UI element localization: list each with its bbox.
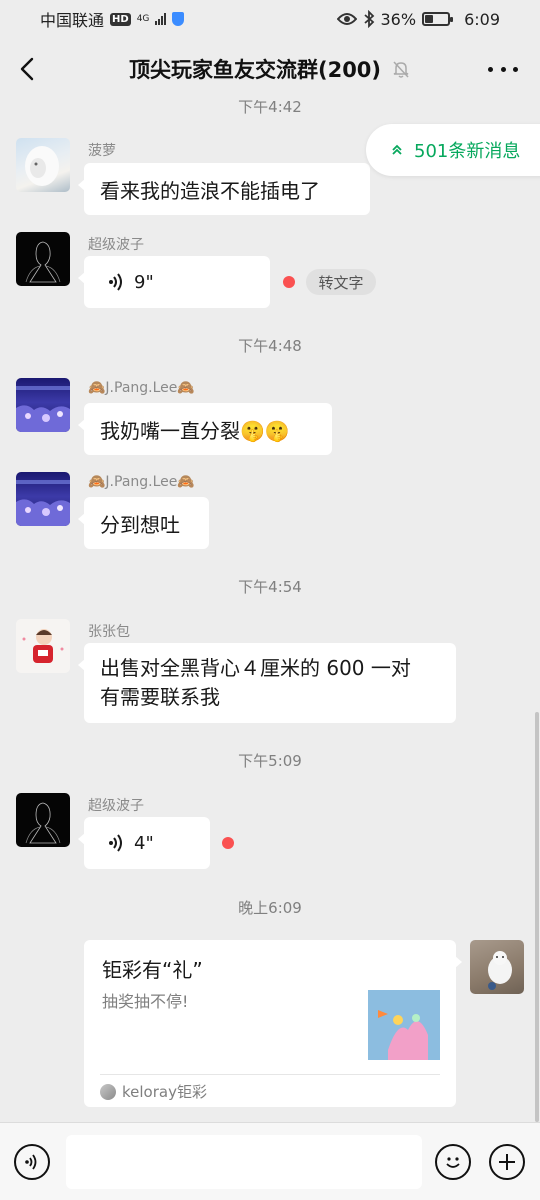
- title-bar: 顶尖玩家鱼友交流群(200): [0, 38, 540, 100]
- scrollbar[interactable]: [535, 712, 539, 1122]
- voice-wave-icon: [109, 834, 122, 852]
- dark-figure-avatar-image: [25, 241, 61, 283]
- avatar[interactable]: [16, 472, 70, 526]
- sender-name: 超级波子: [88, 798, 144, 814]
- aquarium-avatar-image: [16, 386, 70, 432]
- timestamp: 下午5:09: [238, 752, 302, 770]
- message-text: 出售对全黑背心４厘米的 600 一对: [100, 656, 411, 680]
- timestamp: 下午4:48: [238, 337, 302, 355]
- message-bubble[interactable]: 出售对全黑背心４厘米的 600 一对 有需要联系我: [78, 643, 456, 723]
- cartoon-avatar-image: [22, 629, 64, 663]
- chat-title: 顶尖玩家鱼友交流群(200): [128, 58, 382, 82]
- timestamp: 晚上6:09: [238, 899, 302, 917]
- source-logo-icon: [100, 1083, 116, 1100]
- unread-dot: [222, 837, 234, 849]
- card-source: keloray钜彩: [100, 1081, 207, 1102]
- signal-icon: [155, 13, 167, 25]
- message-text: 看来我的造浪不能插电了: [100, 178, 320, 203]
- avatar[interactable]: [470, 940, 524, 994]
- avatar[interactable]: [16, 378, 70, 432]
- transcribe-button[interactable]: 转文字: [306, 269, 376, 295]
- status-left: 中国联通 HD 4G: [40, 7, 185, 31]
- voice-wave-icon: [109, 273, 122, 291]
- message-text: 分到想吐: [100, 512, 180, 537]
- card-divider: [100, 1074, 440, 1075]
- avatar[interactable]: [16, 793, 70, 847]
- sender-name: 菠萝: [88, 143, 116, 159]
- hd-icon: HD: [110, 12, 131, 26]
- bluetooth-icon: [363, 10, 374, 28]
- message-text: 我奶嘴一直分裂🤫🤫: [100, 418, 290, 443]
- status-right: 36% 6:09: [336, 9, 500, 29]
- reef-thumbnail-image: [368, 990, 440, 1060]
- network-type: 4G: [136, 13, 150, 24]
- message-bubble[interactable]: 看来我的造浪不能插电了: [78, 163, 370, 215]
- voice-message-bubble[interactable]: 4": [78, 817, 210, 869]
- avatar[interactable]: [16, 138, 70, 192]
- message-input[interactable]: [66, 1135, 422, 1189]
- new-messages-label: 501条新消息: [414, 141, 521, 162]
- shield-icon: [172, 12, 185, 26]
- title-wrap: 顶尖玩家鱼友交流群(200): [0, 38, 540, 100]
- input-bar: [0, 1122, 540, 1200]
- chat-list[interactable]: 下午4:42 菠萝 看来我的造浪不能插电了 501条新消息 超级波子 9" 转文…: [0, 100, 540, 1122]
- sender-name: 超级波子: [88, 237, 144, 253]
- card-description: 抽奖抽不停!: [102, 992, 189, 1011]
- aquarium-avatar-image: [16, 480, 70, 526]
- voice-icon: [25, 1154, 37, 1170]
- message-bubble[interactable]: 分到想吐: [78, 497, 209, 549]
- battery-fill: [425, 15, 434, 23]
- card-thumbnail: [368, 990, 440, 1060]
- eye-icon: [336, 13, 357, 25]
- voice-duration: 9": [134, 271, 154, 293]
- sender-name: 🙈J.Pang.Lee🙈: [88, 380, 195, 396]
- sender-name: 🙈J.Pang.Lee🙈: [88, 474, 195, 490]
- mute-bell-icon: [393, 61, 409, 78]
- emoji-button[interactable]: [435, 1144, 471, 1180]
- sender-name: 张张包: [88, 624, 130, 640]
- smiley-icon: [446, 1157, 460, 1168]
- card-title: 钜彩有“礼”: [102, 958, 203, 982]
- message-bubble[interactable]: 我奶嘴一直分裂🤫🤫: [78, 403, 332, 455]
- double-chevron-up-icon: [392, 144, 402, 155]
- voice-input-button[interactable]: [14, 1144, 50, 1180]
- timestamp: 下午4:54: [238, 578, 302, 596]
- unread-dot: [283, 276, 295, 288]
- mini-program-card[interactable]: 钜彩有“礼” 抽奖抽不停! keloray钜彩: [84, 940, 462, 1107]
- avatar[interactable]: [16, 232, 70, 286]
- carrier-name: 中国联通: [40, 11, 105, 30]
- lion-avatar-image: [25, 146, 59, 186]
- timestamp: 下午4:42: [238, 100, 302, 116]
- voice-message-bubble[interactable]: 9": [78, 256, 270, 308]
- message-text: 有需要联系我: [100, 685, 220, 709]
- avatar[interactable]: [16, 619, 70, 673]
- more-actions-button[interactable]: [489, 1144, 525, 1180]
- source-name: keloray钜彩: [122, 1083, 207, 1101]
- plus-icon: [499, 1154, 515, 1170]
- battery-percent: 36%: [380, 9, 417, 29]
- new-messages-button[interactable]: 501条新消息: [366, 124, 540, 176]
- status-bar: 中国联通 HD 4G 36% 6:09: [0, 0, 540, 38]
- plush-toy-avatar-image: [488, 951, 512, 990]
- battery-icon: [422, 12, 454, 26]
- voice-duration: 4": [134, 832, 154, 854]
- more-options-button[interactable]: [488, 56, 518, 82]
- clock: 6:09: [464, 9, 500, 29]
- dark-figure-avatar-image: [25, 802, 61, 844]
